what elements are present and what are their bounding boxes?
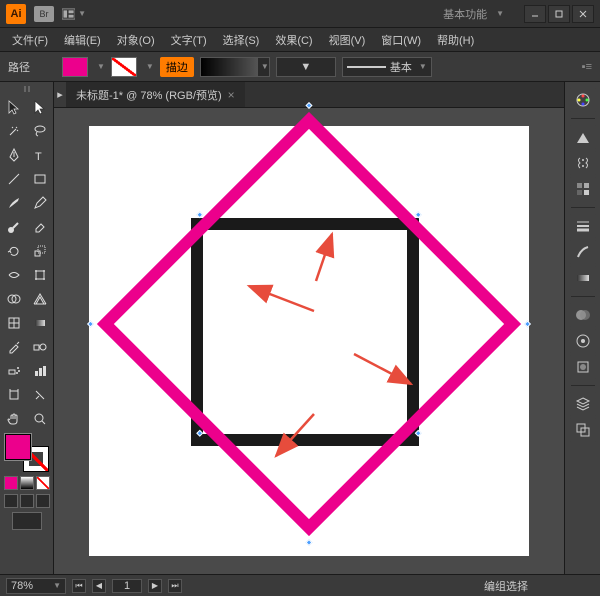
graphic-styles-panel-icon[interactable] xyxy=(570,355,596,379)
fill-color-swatch[interactable] xyxy=(62,57,88,77)
gradient-panel-icon[interactable] xyxy=(570,266,596,290)
menu-view[interactable]: 视图(V) xyxy=(323,30,372,50)
dropdown-arrow-icon: ▼ xyxy=(78,9,86,18)
dropdown-arrow-icon: ▼ xyxy=(496,9,504,18)
scale-tool-icon[interactable] xyxy=(28,240,52,262)
panel-grip-icon[interactable] xyxy=(12,86,42,94)
draw-behind-icon[interactable] xyxy=(20,494,34,508)
blob-brush-tool-icon[interactable] xyxy=(2,216,26,238)
artboard[interactable] xyxy=(89,126,529,556)
artboard-tool-icon[interactable] xyxy=(2,384,26,406)
control-bar: 路径 ▼ ▼ 描边 ▼ ▼ 基本▼ ▪≡ xyxy=(0,52,600,82)
zoom-tool-icon[interactable] xyxy=(28,408,52,430)
right-panel-dock xyxy=(564,82,600,574)
bridge-icon[interactable]: Br xyxy=(34,6,54,22)
workspace-switcher[interactable]: 基本功能 xyxy=(443,6,487,22)
width-tool-icon[interactable] xyxy=(2,264,26,286)
color-guide-panel-icon[interactable] xyxy=(570,125,596,149)
menu-effect[interactable]: 效果(C) xyxy=(269,30,318,50)
layers-panel-icon[interactable] xyxy=(570,392,596,416)
artboard-number-input[interactable]: 1 xyxy=(112,579,142,593)
close-button[interactable] xyxy=(572,5,594,23)
menubar: 文件(F) 编辑(E) 对象(O) 文字(T) 选择(S) 效果(C) 视图(V… xyxy=(0,28,600,52)
magenta-diamond-shape[interactable] xyxy=(97,112,521,536)
width-profile-dropdown[interactable]: 基本▼ xyxy=(342,57,432,77)
gradient-tool-icon[interactable] xyxy=(28,312,52,334)
paintbrush-tool-icon[interactable] xyxy=(2,192,26,214)
titlebar: Ai Br ▼ 基本功能 ▼ xyxy=(0,0,600,28)
stroke-pt-input[interactable]: ▼ xyxy=(276,57,336,77)
app-logo-icon: Ai xyxy=(6,4,26,24)
minimize-button[interactable] xyxy=(524,5,546,23)
perspective-grid-tool-icon[interactable] xyxy=(28,288,52,310)
artboards-panel-icon[interactable] xyxy=(570,418,596,442)
menu-object[interactable]: 对象(O) xyxy=(111,30,161,50)
menu-select[interactable]: 选择(S) xyxy=(217,30,266,50)
draw-inside-icon[interactable] xyxy=(36,494,50,508)
pencil-tool-icon[interactable] xyxy=(28,192,52,214)
brushes-panel-icon[interactable] xyxy=(570,240,596,264)
close-icon[interactable]: × xyxy=(228,88,235,102)
maximize-button[interactable] xyxy=(548,5,570,23)
selection-tool-icon[interactable] xyxy=(2,96,26,118)
arrange-documents-icon[interactable]: ▼ xyxy=(62,5,86,23)
document-tab[interactable]: 未标题-1* @ 78% (RGB/预览) × xyxy=(66,82,245,107)
canvas-area[interactable] xyxy=(54,108,564,574)
status-mode-label: 编组选择 xyxy=(484,578,528,594)
shape-builder-tool-icon[interactable] xyxy=(2,288,26,310)
eraser-tool-icon[interactable] xyxy=(28,216,52,238)
collapse-panel-icon[interactable]: ▸ xyxy=(54,82,66,107)
symbols-panel-icon[interactable] xyxy=(570,151,596,175)
screen-mode-icon[interactable] xyxy=(12,512,42,530)
draw-normal-icon[interactable] xyxy=(4,494,18,508)
menu-type[interactable]: 文字(T) xyxy=(165,30,213,50)
zoom-input[interactable]: 78%▼ xyxy=(6,578,66,594)
hand-tool-icon[interactable] xyxy=(2,408,26,430)
stroke-panel-icon[interactable] xyxy=(570,214,596,238)
column-graph-tool-icon[interactable] xyxy=(28,360,52,382)
magic-wand-tool-icon[interactable] xyxy=(2,120,26,142)
stroke-weight-input[interactable]: ▼ xyxy=(200,57,270,77)
svg-text:T: T xyxy=(35,151,42,163)
blend-tool-icon[interactable] xyxy=(28,336,52,358)
rotate-tool-icon[interactable] xyxy=(2,240,26,262)
fill-stroke-indicator[interactable] xyxy=(5,434,49,472)
stroke-label[interactable]: 描边 xyxy=(160,57,194,77)
none-mode-icon[interactable] xyxy=(36,476,50,490)
appearance-panel-icon[interactable] xyxy=(570,329,596,353)
color-panel-icon[interactable] xyxy=(570,88,596,112)
swatches-panel-icon[interactable] xyxy=(570,177,596,201)
slice-tool-icon[interactable] xyxy=(28,384,52,406)
last-artboard-button[interactable]: ⏭ xyxy=(168,579,182,593)
document-tab-label: 未标题-1* @ 78% (RGB/预览) xyxy=(76,87,222,103)
line-tool-icon[interactable] xyxy=(2,168,26,190)
rectangle-tool-icon[interactable] xyxy=(28,168,52,190)
menu-edit[interactable]: 编辑(E) xyxy=(58,30,107,50)
mesh-tool-icon[interactable] xyxy=(2,312,26,334)
prev-artboard-button[interactable]: ◀ xyxy=(92,579,106,593)
toolbox: T xyxy=(0,82,54,574)
gradient-mode-icon[interactable] xyxy=(20,476,34,490)
statusbar: 78%▼ ⏮ ◀ 1 ▶ ⏭ 编组选择 xyxy=(0,574,600,596)
free-transform-tool-icon[interactable] xyxy=(28,264,52,286)
pen-tool-icon[interactable] xyxy=(2,144,26,166)
type-tool-icon[interactable]: T xyxy=(28,144,52,166)
first-artboard-button[interactable]: ⏮ xyxy=(72,579,86,593)
menu-help[interactable]: 帮助(H) xyxy=(431,30,480,50)
eyedropper-tool-icon[interactable] xyxy=(2,336,26,358)
selection-type-label: 路径 xyxy=(8,59,30,75)
transparency-panel-icon[interactable] xyxy=(570,303,596,327)
lasso-tool-icon[interactable] xyxy=(28,120,52,142)
fill-box-icon[interactable] xyxy=(5,434,31,460)
next-artboard-button[interactable]: ▶ xyxy=(148,579,162,593)
menu-file[interactable]: 文件(F) xyxy=(6,30,54,50)
color-mode-icon[interactable] xyxy=(4,476,18,490)
panel-menu-icon[interactable]: ▪≡ xyxy=(582,61,592,73)
menu-window[interactable]: 窗口(W) xyxy=(375,30,427,50)
symbol-sprayer-tool-icon[interactable] xyxy=(2,360,26,382)
direct-selection-tool-icon[interactable] xyxy=(28,96,52,118)
document-tab-strip: ▸ 未标题-1* @ 78% (RGB/预览) × xyxy=(54,82,564,108)
stroke-color-swatch[interactable] xyxy=(111,57,137,77)
